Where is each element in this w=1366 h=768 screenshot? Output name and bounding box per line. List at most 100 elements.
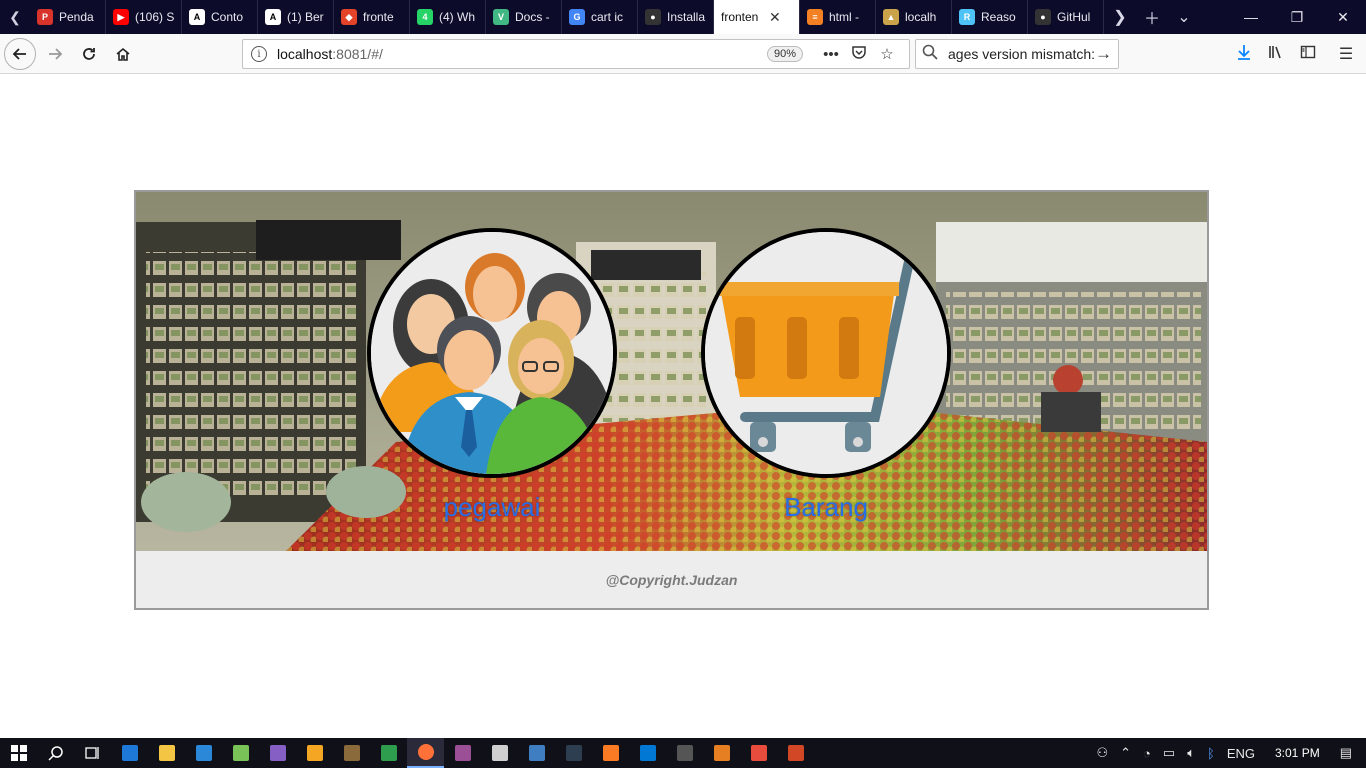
localhost-icon: ▲: [883, 9, 899, 25]
edge-icon: [121, 745, 138, 761]
minimize-button[interactable]: —: [1228, 0, 1274, 34]
taskbar-android-studio-button[interactable]: [222, 738, 259, 768]
tab-github[interactable]: ● GitHul: [1028, 0, 1104, 34]
downloads-icon[interactable]: [1228, 44, 1260, 65]
taskbar-app-orange-button[interactable]: [703, 738, 740, 768]
tab-reason[interactable]: R Reaso: [952, 0, 1028, 34]
task-view-icon: [84, 747, 99, 759]
task-view-button[interactable]: [74, 738, 111, 768]
tab-title: Installa: [667, 10, 706, 24]
tab-title: fronten: [721, 10, 759, 24]
taskbar-app-brown-button[interactable]: [333, 738, 370, 768]
pegawai-label[interactable]: pegawai: [444, 492, 541, 523]
menu-icon[interactable]: ☰: [1330, 44, 1362, 64]
search-go-arrow-icon[interactable]: →: [1095, 44, 1112, 64]
tab-pmb[interactable]: P Penda: [30, 0, 106, 34]
barang-image[interactable]: [701, 228, 951, 478]
taskbar-visual-studio-button[interactable]: [259, 738, 296, 768]
menu-item-barang[interactable]: Barang: [701, 228, 951, 528]
stackoverflow-icon: ≡: [807, 9, 823, 25]
clock[interactable]: 3:01 PM: [1261, 746, 1334, 760]
tab-notion[interactable]: A Conto: [182, 0, 258, 34]
windows-logo-icon: [10, 745, 27, 761]
tab-title: GitHul: [1057, 10, 1091, 24]
bookmark-star-icon[interactable]: ☆: [873, 45, 901, 63]
windows-taskbar: ⚇ ⌃ ◔ ▭ 🔈︎ ᛒ ENG 3:01 PM ▤: [0, 738, 1366, 768]
tab-scroll-right-button[interactable]: ❯: [1104, 0, 1136, 34]
pegawai-image[interactable]: [367, 228, 617, 478]
new-tab-button[interactable]: ＋: [1136, 0, 1168, 34]
whatsapp-icon: 4: [417, 9, 433, 25]
font-a-icon: A: [265, 9, 281, 25]
search-button[interactable]: [37, 738, 74, 768]
pmb-icon: P: [37, 9, 53, 25]
taskbar-firefox-button[interactable]: [407, 738, 444, 768]
taskbar-media-player-button[interactable]: [296, 738, 333, 768]
firefox-icon: [417, 744, 434, 760]
github-icon: ●: [645, 9, 661, 25]
taskbar-powershell-button[interactable]: [555, 738, 592, 768]
tab-whatsapp[interactable]: 4 (4) Wh: [410, 0, 486, 34]
page-actions-icon[interactable]: •••: [817, 46, 845, 63]
taskbar-sheets-button[interactable]: [370, 738, 407, 768]
visual-studio-icon: [269, 745, 286, 761]
taskbar-explorer-button[interactable]: [148, 738, 185, 768]
people-icon[interactable]: ⚇: [1090, 745, 1114, 761]
zoom-indicator[interactable]: 90%: [766, 46, 803, 62]
start-button[interactable]: [0, 738, 37, 768]
powerpoint-icon: [787, 745, 804, 761]
battery-icon[interactable]: ▭: [1157, 745, 1181, 761]
tab-scroll-left-button[interactable]: ❮: [0, 0, 30, 34]
url-bar[interactable]: i localhost :8081/#/ 90% ••• ☆: [242, 39, 910, 69]
taskbar-store-button[interactable]: [185, 738, 222, 768]
close-window-button[interactable]: ✕: [1320, 0, 1366, 34]
reason-icon: R: [959, 9, 975, 25]
close-tab-icon[interactable]: ✕: [769, 9, 781, 26]
taskbar-cmd-button[interactable]: [666, 738, 703, 768]
notion-icon: A: [189, 9, 205, 25]
tab-google[interactable]: Gcart ic: [562, 0, 638, 34]
volume-icon[interactable]: 🔈︎: [1181, 745, 1201, 761]
search-bar[interactable]: ages version mismatch: →: [915, 39, 1119, 69]
taskbar-app-m-button[interactable]: [444, 738, 481, 768]
reload-button[interactable]: [74, 39, 104, 69]
language-indicator[interactable]: ENG: [1221, 746, 1261, 761]
forward-button[interactable]: [40, 39, 70, 69]
tab-gitlab[interactable]: ◆ fronte: [334, 0, 410, 34]
bluetooth-icon[interactable]: ᛒ: [1201, 746, 1221, 761]
taskbar-vscode-button[interactable]: [629, 738, 666, 768]
tab-font-a[interactable]: A (1) Ber: [258, 0, 334, 34]
tab-vue[interactable]: V Docs -: [486, 0, 562, 34]
wifi-icon[interactable]: ◔: [1137, 746, 1157, 761]
tab-youtube[interactable]: ▶ (106) S: [106, 0, 182, 34]
back-arrow-icon: [12, 47, 26, 60]
taskbar-mail-button[interactable]: [481, 738, 518, 768]
sidebar-icon[interactable]: [1292, 44, 1324, 65]
hero-background: pegawai Barang: [136, 192, 1207, 551]
tab-active[interactable]: fronten ✕: [714, 0, 800, 34]
search-input[interactable]: ages version mismatch:: [948, 46, 1095, 62]
taskbar-edge-button[interactable]: [111, 738, 148, 768]
taskbar-virtualbox-button[interactable]: [518, 738, 555, 768]
action-center-icon[interactable]: ▤: [1334, 745, 1366, 761]
taskbar-xampp-button[interactable]: [592, 738, 629, 768]
menu-item-pegawai[interactable]: pegawai: [367, 228, 617, 528]
list-tabs-button[interactable]: ⌄: [1168, 0, 1200, 34]
home-button[interactable]: [108, 39, 138, 69]
tab-stackoverflow[interactable]: ≡ html -: [800, 0, 876, 34]
pocket-icon[interactable]: [845, 44, 873, 64]
tab-github[interactable]: ● Installa: [638, 0, 714, 34]
restore-button[interactable]: ❐: [1274, 0, 1320, 34]
mail-icon: [491, 745, 508, 761]
back-button[interactable]: [4, 37, 36, 70]
barang-label[interactable]: Barang: [784, 492, 868, 523]
app-brown-icon: [343, 745, 360, 761]
site-info-icon[interactable]: i: [251, 46, 267, 62]
taskbar-app-red-button[interactable]: [740, 738, 777, 768]
tab-localhost[interactable]: ▲ localh: [876, 0, 952, 34]
tab-title: Penda: [59, 10, 94, 24]
virtualbox-icon: [528, 745, 545, 761]
show-hidden-icons-icon[interactable]: ⌃: [1114, 745, 1137, 761]
library-icon[interactable]: [1260, 44, 1292, 65]
taskbar-powerpoint-button[interactable]: [777, 738, 814, 768]
